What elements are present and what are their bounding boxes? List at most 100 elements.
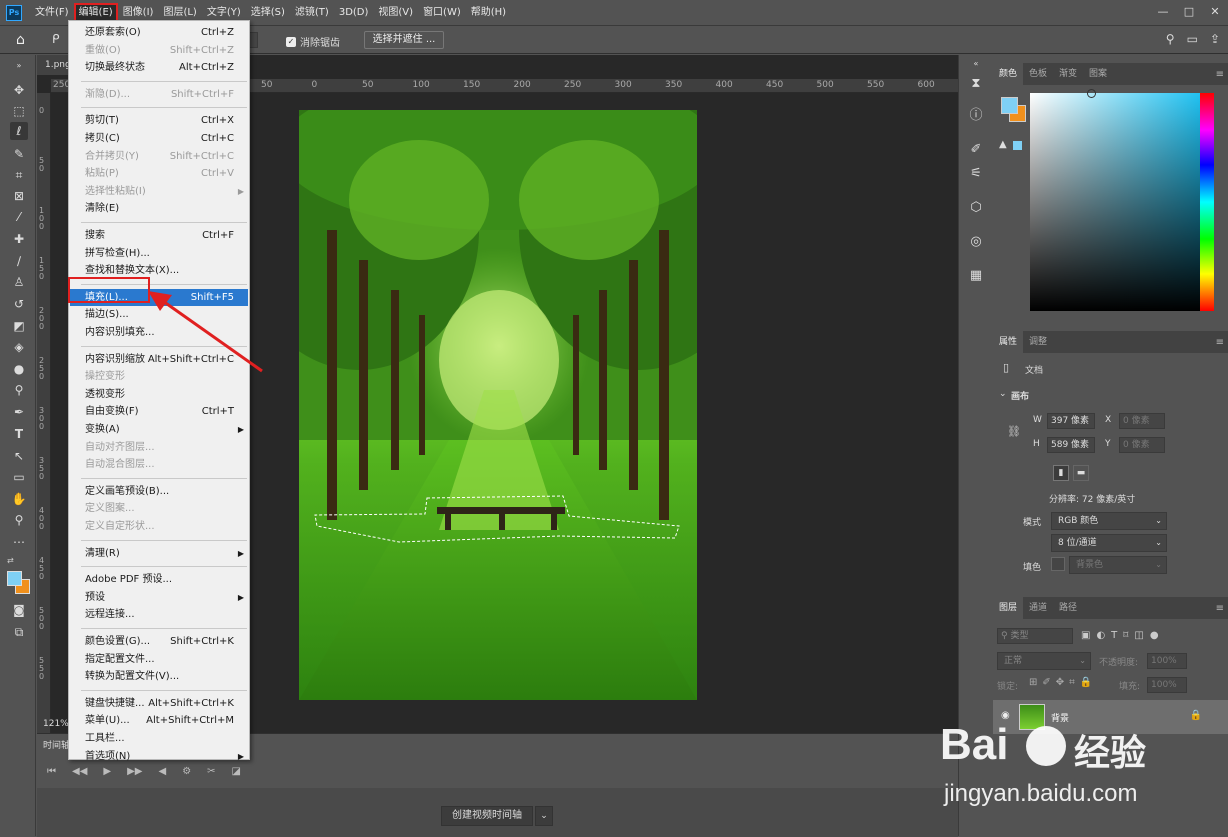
workspace-icon[interactable]: ▭ xyxy=(1187,32,1198,46)
edit-menu-item[interactable]: 转换为配置文件(V)... xyxy=(70,668,248,685)
tab-layers[interactable]: 图层 xyxy=(993,597,1024,619)
x-input[interactable]: 0 像素 xyxy=(1119,413,1165,429)
lock-icons[interactable]: ⊞✐✥⌗🔒 xyxy=(1029,677,1097,688)
color-picker-handle[interactable] xyxy=(1087,89,1096,98)
timeline-tab[interactable]: 时间轴 xyxy=(43,738,70,751)
healing-brush-tool-icon[interactable]: ✚ xyxy=(10,230,28,248)
minimize-button[interactable]: — xyxy=(1150,0,1176,22)
clone-stamp-tool-icon[interactable]: ♙ xyxy=(10,273,28,291)
edit-menu-item[interactable]: 颜色设置(G)... Shift+Ctrl+K xyxy=(70,633,248,650)
y-input[interactable]: 0 像素 xyxy=(1119,437,1165,453)
pen-tool-icon[interactable]: ✒ xyxy=(10,403,28,421)
tab-channels[interactable]: 通道 xyxy=(1023,597,1053,619)
layer-filter-icons[interactable]: ▣◐T⌑◫● xyxy=(1081,630,1165,641)
gamut-swatch[interactable] xyxy=(1013,141,1022,150)
adjust-icon[interactable]: ⚟ xyxy=(967,165,985,183)
panel-menu-icon[interactable]: ≡ xyxy=(1216,603,1224,614)
quick-mask-icon[interactable]: ◙ xyxy=(10,601,28,619)
edit-menu-item[interactable]: 搜索 Ctrl+F xyxy=(70,227,248,244)
edit-menu-item[interactable]: 剪切(T) Ctrl+X xyxy=(70,112,248,129)
menu-5[interactable]: 选择(S) xyxy=(246,3,290,23)
rectangle-tool-icon[interactable]: ▭ xyxy=(10,468,28,486)
play-icon[interactable]: ▶ xyxy=(103,766,111,777)
layer-filter-input[interactable]: ⚲ 类型 xyxy=(997,628,1073,644)
lasso-tool-icon[interactable]: ℓ xyxy=(10,122,28,140)
audio-icon[interactable]: ◀ xyxy=(158,766,166,777)
mode-select[interactable]: RGB 颜色 ⌄ xyxy=(1051,512,1167,530)
landscape-icon[interactable]: ▬ xyxy=(1073,465,1089,481)
edit-menu-item[interactable]: 远程连接... xyxy=(70,606,248,623)
transition-icon[interactable]: ◪ xyxy=(232,766,241,777)
paint-bucket-tool-icon[interactable]: ◈ xyxy=(10,338,28,356)
fill-select[interactable]: 背景色 ⌄ xyxy=(1069,556,1167,574)
menu-7[interactable]: 3D(D) xyxy=(334,3,374,23)
edit-menu-item[interactable]: 首选项(N) ▶ xyxy=(70,748,248,765)
edit-menu-item[interactable]: 变换(A) ▶ xyxy=(70,421,248,438)
hue-slider[interactable] xyxy=(1200,93,1214,311)
edit-menu-item[interactable]: 拼写检查(H)... xyxy=(70,245,248,262)
portrait-icon[interactable]: ▮ xyxy=(1053,465,1069,481)
menu-10[interactable]: 帮助(H) xyxy=(466,3,511,23)
link-icon[interactable]: ⛓ xyxy=(1007,425,1021,438)
more-tools-icon[interactable]: ⋯ xyxy=(10,533,28,551)
prev-frame-icon[interactable]: ◀◀ xyxy=(72,766,87,777)
zoom-level[interactable]: 121% xyxy=(43,719,69,729)
split-icon[interactable]: ✂ xyxy=(207,766,215,777)
fill-swatch[interactable] xyxy=(1051,557,1065,571)
edit-menu-item[interactable]: Adobe PDF 预设... xyxy=(70,571,248,588)
menu-8[interactable]: 视图(V) xyxy=(373,3,418,23)
marquee-tool-icon[interactable]: ⬚ xyxy=(10,102,28,120)
share-icon[interactable]: ⇪ xyxy=(1210,32,1220,46)
edit-menu-item[interactable]: 还原套索(O) Ctrl+Z xyxy=(70,24,248,41)
edit-menu-item[interactable]: 键盘快捷键... Alt+Shift+Ctrl+K xyxy=(70,695,248,712)
home-icon[interactable]: ⌂ xyxy=(16,32,25,48)
edit-menu-item[interactable]: 定义画笔预设(B)... xyxy=(70,483,248,500)
chevron-down-icon[interactable]: ⌄ xyxy=(999,389,1007,399)
next-frame-icon[interactable]: ▶▶ xyxy=(127,766,142,777)
panel-menu-icon[interactable]: ≡ xyxy=(1216,337,1224,348)
color-fg-swatch[interactable] xyxy=(1001,97,1018,114)
select-and-mask-button[interactable]: 选择并遮住 ... xyxy=(364,31,444,49)
search-icon[interactable]: ⚲ xyxy=(1166,32,1175,46)
brush-tool-icon[interactable]: ∕ xyxy=(10,252,28,270)
close-button[interactable]: ✕ xyxy=(1202,0,1228,22)
libraries-icon[interactable]: ▦ xyxy=(967,267,985,285)
info-icon[interactable]: ⓘ xyxy=(967,107,985,125)
layer-name[interactable]: 背景 xyxy=(1051,711,1069,724)
navigator-icon[interactable]: ◎ xyxy=(967,233,985,251)
menu-9[interactable]: 窗口(W) xyxy=(418,3,466,23)
antialias-checkbox[interactable]: ✓ 消除锯齿 xyxy=(286,34,340,49)
brushes-icon[interactable]: ✐ xyxy=(967,141,985,159)
quick-select-tool-icon[interactable]: ✎ xyxy=(10,145,28,163)
settings-icon[interactable]: ⚙ xyxy=(182,766,191,777)
collapse-icon[interactable]: » xyxy=(10,57,28,75)
maximize-button[interactable]: □ xyxy=(1176,0,1202,22)
tab-adjustments[interactable]: 调整 xyxy=(1023,331,1053,353)
menu-6[interactable]: 滤镜(T) xyxy=(290,3,334,23)
history-brush-tool-icon[interactable]: ↺ xyxy=(10,295,28,313)
image-canvas[interactable] xyxy=(299,110,697,700)
tab-properties[interactable]: 属性 xyxy=(993,331,1024,353)
edit-menu-item[interactable]: 自由变换(F) Ctrl+T xyxy=(70,403,248,420)
layer-row-background[interactable]: ◉ 背景 🔒 xyxy=(993,700,1228,734)
swap-colors-icon[interactable]: ⇄ xyxy=(7,556,14,565)
eraser-tool-icon[interactable]: ◩ xyxy=(10,317,28,335)
width-input[interactable]: 397 像素 xyxy=(1047,413,1095,429)
collapse-icon[interactable]: « xyxy=(967,55,985,73)
color-picker-field[interactable] xyxy=(1030,89,1200,311)
blur-tool-icon[interactable]: ● xyxy=(10,360,28,378)
edit-menu-item[interactable]: 清理(R) ▶ xyxy=(70,545,248,562)
edit-menu-item[interactable]: 指定配置文件... xyxy=(70,651,248,668)
frame-tool-icon[interactable]: ⊠ xyxy=(10,187,28,205)
height-input[interactable]: 589 像素 xyxy=(1047,437,1095,453)
chevron-down-icon[interactable]: ⌄ xyxy=(535,806,553,826)
first-frame-icon[interactable]: ⏮ xyxy=(47,766,56,777)
tab-swatches[interactable]: 色板 xyxy=(1023,63,1053,85)
edit-menu-item[interactable]: 透视变形 xyxy=(70,386,248,403)
visibility-eye-icon[interactable]: ◉ xyxy=(1001,710,1010,721)
move-tool-icon[interactable]: ✥ xyxy=(10,81,28,99)
opacity-input[interactable]: 100% xyxy=(1147,653,1187,669)
edit-menu-item[interactable]: 菜单(U)... Alt+Shift+Ctrl+M xyxy=(70,712,248,729)
dodge-tool-icon[interactable]: ⚲ xyxy=(10,381,28,399)
edit-menu-item[interactable]: 工具栏... xyxy=(70,730,248,747)
